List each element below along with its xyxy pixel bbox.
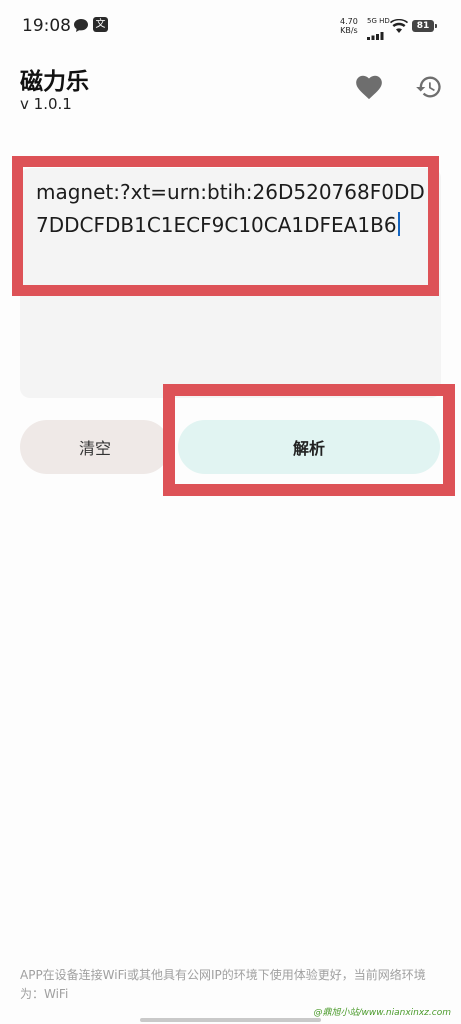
home-indicator[interactable] (140, 1018, 321, 1022)
app-title: 磁力乐 (20, 69, 89, 95)
app-version: v 1.0.1 (20, 95, 72, 113)
status-time: 19:08 (22, 16, 71, 36)
watermark: @鼎旭小站/www.nianxinxz.com (313, 1008, 452, 1018)
network-speed: 4.70 KB/s (340, 17, 358, 35)
app-notification-icon: 文 (93, 17, 108, 32)
network-speed-unit: KB/s (340, 26, 358, 35)
text-cursor (397, 212, 400, 236)
parse-highlight-box (163, 384, 455, 496)
network-speed-value: 4.70 (340, 17, 358, 26)
network-type-label: 5G HD (367, 17, 390, 25)
battery-icon: 81 (412, 20, 437, 32)
wifi-icon (390, 19, 408, 33)
heart-icon (356, 75, 382, 100)
history-button[interactable] (412, 70, 446, 104)
signal-icon: 5G HD (367, 17, 390, 44)
status-bar: 19:08 文 4.70 KB/s 5G HD 81 (0, 0, 461, 52)
network-status-note: APP在设备连接WiFi或其他具有公网IP的环境下使用体验更好，当前网络环境为：… (20, 968, 426, 1001)
clear-button[interactable]: 清空 (20, 420, 170, 474)
chat-bubble-icon (74, 19, 88, 32)
clear-button-label: 清空 (78, 439, 111, 458)
favorites-button[interactable] (352, 70, 386, 104)
magnet-link-input[interactable]: magnet:?xt=urn:btih:26D520768F0DD7DDCFDB… (36, 176, 428, 242)
magnet-link-value: magnet:?xt=urn:btih:26D520768F0DD7DDCFDB… (36, 180, 425, 237)
history-icon (416, 76, 441, 98)
